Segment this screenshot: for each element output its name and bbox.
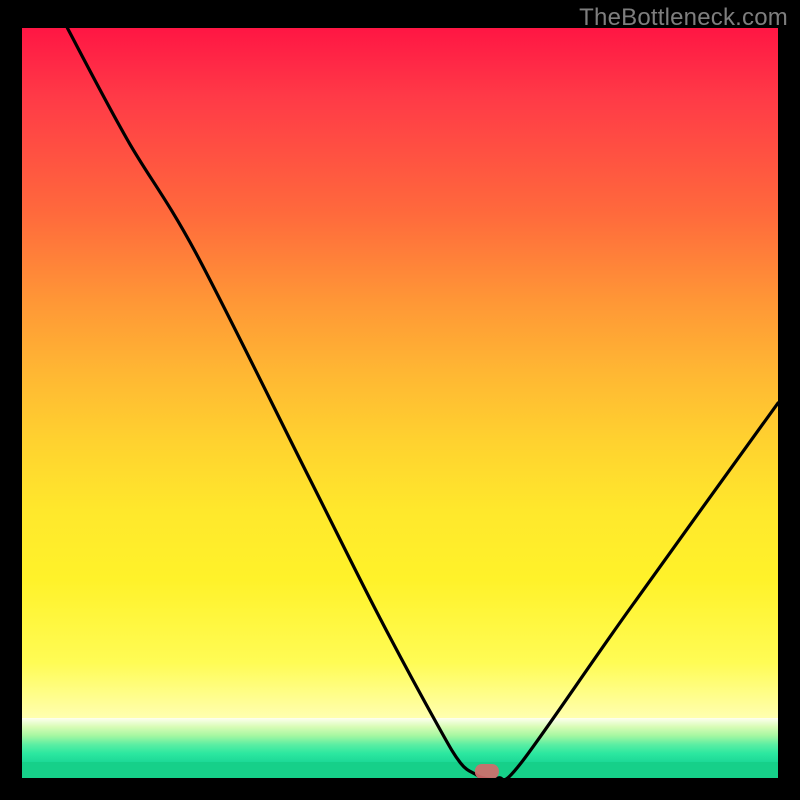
chart-frame: TheBottleneck.com <box>0 0 800 800</box>
minimum-marker <box>475 764 499 778</box>
plot-area <box>22 28 778 778</box>
bottleneck-curve <box>22 28 778 778</box>
